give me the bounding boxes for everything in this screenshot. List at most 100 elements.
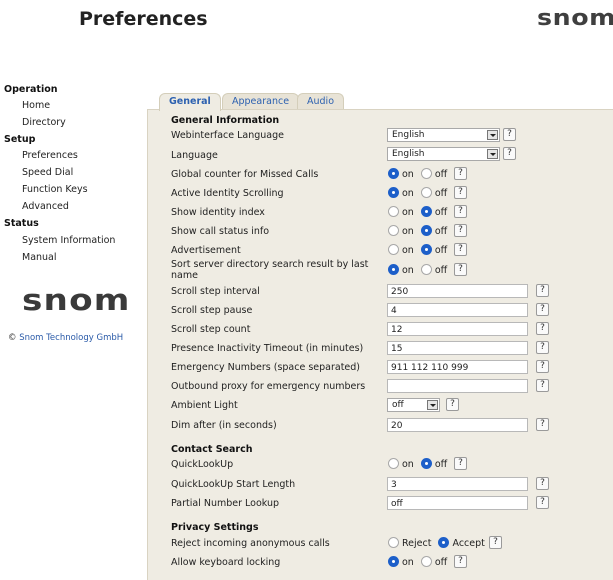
help-icon[interactable]: ? [454, 457, 467, 470]
quicklookup-label: QuickLookUp [171, 459, 234, 470]
snom-logo: snom [537, 6, 613, 31]
chevron-down-icon [487, 130, 498, 140]
help-icon[interactable]: ? [454, 224, 467, 237]
show-call-status-info-radio: on off [388, 225, 451, 238]
show-call-status-info-on-radio[interactable] [388, 225, 399, 236]
section-privacy-settings: Privacy Settings [171, 522, 259, 533]
advertisement-label: Advertisement [171, 245, 241, 256]
help-icon[interactable]: ? [503, 147, 516, 160]
tab-audio[interactable]: Audio [297, 93, 345, 110]
sidebar-section-status: Status [4, 218, 39, 229]
help-icon[interactable]: ? [446, 398, 459, 411]
partial-number-lookup-label: Partial Number Lookup [171, 498, 280, 509]
scroll-step-interval-label: Scroll step interval [171, 286, 260, 297]
webinterface-language-label: Webinterface Language [171, 130, 284, 141]
emergency-numbers-label: Emergency Numbers (space separated) [171, 362, 361, 373]
quicklookup-on-radio[interactable] [388, 458, 399, 469]
show-call-status-info-off-radio[interactable] [420, 225, 432, 236]
copyright-link[interactable]: © Snom Technology GmbH [8, 333, 123, 343]
allow-keyboard-locking-label: Allow keyboard locking [171, 557, 281, 568]
sidebar-item-speed-dial[interactable]: Speed Dial [22, 167, 73, 178]
show-identity-index-on-radio[interactable] [388, 206, 399, 217]
sidebar-item-directory[interactable]: Directory [22, 117, 66, 128]
dim-after-input[interactable]: 20 [387, 418, 528, 432]
partial-number-lookup-input[interactable]: off [387, 496, 528, 510]
sidebar-item-home[interactable]: Home [22, 100, 50, 111]
sidebar-item-preferences[interactable]: Preferences [22, 150, 78, 161]
help-icon[interactable]: ? [454, 243, 467, 256]
scroll-step-interval-input[interactable]: 250 [387, 284, 528, 298]
help-icon[interactable]: ? [536, 379, 549, 392]
tab-general[interactable]: General [159, 93, 221, 111]
webinterface-language-value: English [392, 130, 425, 140]
outbound-proxy-emergency-label: Outbound proxy for emergency numbers [171, 381, 366, 392]
show-identity-index-off-radio[interactable] [420, 206, 432, 217]
tab-appearance[interactable]: Appearance [222, 93, 300, 110]
help-icon[interactable]: ? [536, 303, 549, 316]
scroll-step-pause-label: Scroll step pause [171, 305, 253, 316]
quicklookup-start-length-input[interactable]: 3 [387, 477, 528, 491]
section-general-information: General Information [171, 115, 280, 126]
show-identity-index-label: Show identity index [171, 207, 265, 218]
active-identity-scrolling-label: Active Identity Scrolling [171, 188, 284, 199]
scroll-step-count-input[interactable]: 12 [387, 322, 528, 336]
help-icon[interactable]: ? [489, 536, 502, 549]
sort-server-directory-label: Sort server directory search result by l… [171, 259, 369, 281]
presence-inactivity-timeout-input[interactable]: 15 [387, 341, 528, 355]
quicklookup-off-radio[interactable] [420, 458, 432, 469]
copyright-symbol: © [8, 333, 17, 343]
help-icon[interactable]: ? [536, 496, 549, 509]
help-icon[interactable]: ? [454, 263, 467, 276]
help-icon[interactable]: ? [454, 555, 467, 568]
allow-keyboard-locking-off-radio[interactable] [420, 556, 432, 567]
copyright-text[interactable]: Snom Technology GmbH [19, 333, 123, 343]
ambient-light-value: off [392, 400, 404, 410]
allow-keyboard-locking-on-radio[interactable] [388, 556, 399, 567]
help-icon[interactable]: ? [536, 284, 549, 297]
webinterface-language-select[interactable]: English [387, 128, 500, 142]
advertisement-on-radio[interactable] [388, 244, 399, 255]
help-icon[interactable]: ? [454, 205, 467, 218]
global-counter-on-radio[interactable] [388, 168, 399, 179]
help-icon[interactable]: ? [503, 128, 516, 141]
language-label: Language [171, 150, 218, 161]
allow-keyboard-locking-radio: on off [388, 556, 451, 569]
reject-anonymous-accept-radio[interactable] [438, 537, 450, 548]
help-icon[interactable]: ? [454, 167, 467, 180]
emergency-numbers-input[interactable]: 911 112 110 999 [387, 360, 528, 374]
reject-anonymous-label: Reject incoming anonymous calls [171, 538, 330, 549]
language-select[interactable]: English [387, 147, 500, 161]
outbound-proxy-emergency-input[interactable] [387, 379, 528, 393]
sidebar-item-advanced[interactable]: Advanced [22, 201, 69, 212]
quicklookup-radio: on off [388, 458, 451, 471]
ambient-light-select[interactable]: off [387, 398, 440, 412]
sidebar-section-setup: Setup [4, 134, 36, 145]
scroll-step-pause-input[interactable]: 4 [387, 303, 528, 317]
help-icon[interactable]: ? [536, 341, 549, 354]
sidebar-section-operation: Operation [4, 84, 58, 95]
sidebar-item-function-keys[interactable]: Function Keys [22, 184, 88, 195]
sidebar-item-manual[interactable]: Manual [22, 252, 57, 263]
chevron-down-icon [487, 149, 498, 159]
help-icon[interactable]: ? [454, 186, 467, 199]
sort-server-directory-off-radio[interactable] [420, 264, 432, 275]
sidebar-item-system-information[interactable]: System Information [22, 235, 115, 246]
dim-after-label: Dim after (in seconds) [171, 420, 277, 431]
sidebar: Operation Home Directory Setup Preferenc… [0, 0, 150, 575]
advertisement-off-radio[interactable] [420, 244, 432, 255]
snom-logo-sidebar: snom [22, 283, 131, 317]
sort-server-directory-radio: on off [388, 264, 451, 277]
chevron-down-icon [427, 400, 438, 410]
active-identity-scrolling-off-radio[interactable] [420, 187, 432, 198]
sort-server-directory-on-radio[interactable] [388, 264, 399, 275]
active-identity-scrolling-on-radio[interactable] [388, 187, 399, 198]
global-counter-off-radio[interactable] [420, 168, 432, 179]
help-icon[interactable]: ? [536, 477, 549, 490]
help-icon[interactable]: ? [536, 360, 549, 373]
show-identity-index-radio: on off [388, 206, 451, 219]
reject-anonymous-reject-radio[interactable] [388, 537, 399, 548]
show-call-status-info-label: Show call status info [171, 226, 270, 237]
advertisement-radio: on off [388, 244, 451, 257]
help-icon[interactable]: ? [536, 322, 549, 335]
help-icon[interactable]: ? [536, 418, 549, 431]
